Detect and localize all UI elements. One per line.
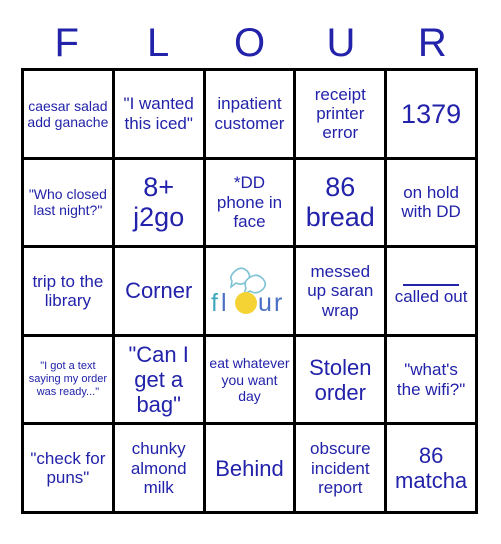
bingo-cell-text: Behind: [215, 455, 284, 481]
bingo-cell-r0-c3[interactable]: receipt printer error: [296, 71, 388, 160]
bingo-cell-text: Stolen order: [309, 354, 372, 405]
svg-text:u: u: [258, 289, 272, 317]
bingo-cell-text: caesar salad add ganache: [27, 97, 109, 130]
bingo-free-space-logo[interactable]: fl ur: [205, 248, 297, 337]
bingo-cell-r0-c0[interactable]: caesar salad add ganache: [24, 71, 115, 160]
bingo-cell-text: messed up saran wrap: [307, 261, 374, 320]
bingo-cell-text: "I got a text saying my order was ready.…: [28, 360, 108, 399]
bingo-cell-r2-c0[interactable]: trip to the library: [24, 248, 115, 337]
bingo-grid: caesar salad add ganache "I wanted this i…: [21, 68, 478, 514]
fill-in-blank-line: [403, 275, 460, 287]
bingo-cell-text: 8+ j2go: [133, 172, 185, 233]
bingo-header-letter-3: U: [326, 21, 356, 65]
bingo-header: FLOUR: [21, 18, 478, 68]
bingo-cell-text: 86 bread: [305, 172, 375, 233]
bingo-cell-r4-c3[interactable]: obscure incident report: [296, 425, 388, 514]
bingo-cell-r0-c1[interactable]: "I wanted this iced": [114, 71, 206, 160]
bingo-cell-r3-c4[interactable]: "what's the wifi?": [387, 336, 478, 426]
bingo-cell-r4-c1[interactable]: chunky almond milk: [114, 425, 206, 514]
bingo-cell-r4-c0[interactable]: "check for puns": [24, 425, 115, 514]
bingo-cell-r2-c1[interactable]: Corner: [114, 248, 206, 337]
bingo-cell-r3-c1[interactable]: "Can I get a bag": [114, 336, 206, 426]
bingo-cell-r1-c4[interactable]: on hold with DD: [387, 159, 478, 249]
bingo-cell-text: Corner: [125, 278, 193, 304]
bingo-cell-text: inpatient customer: [214, 94, 285, 133]
bingo-cell-label: called out: [394, 287, 468, 307]
bingo-cell-r3-c3[interactable]: Stolen order: [296, 336, 388, 426]
bingo-cell-r2-c3[interactable]: messed up saran wrap: [296, 248, 388, 337]
bingo-cell-text: 86 matcha: [395, 443, 468, 494]
bingo-cell-r0-c4[interactable]: 1379: [387, 71, 478, 160]
bingo-cell-text: on hold with DD: [401, 183, 461, 222]
bingo-cell-text: receipt printer error: [314, 84, 366, 143]
bingo-cell-text: 1379: [401, 98, 462, 129]
bingo-cell-r2-c4[interactable]: called out: [387, 248, 478, 337]
flour-logo-icon: fl ur: [206, 248, 294, 334]
bingo-cell-r1-c3[interactable]: 86 bread: [296, 159, 388, 249]
bingo-header-letter-0: F: [54, 21, 79, 65]
bingo-cell-text: trip to the library: [32, 271, 104, 310]
bingo-cell-r4-c2[interactable]: Behind: [205, 425, 297, 514]
bingo-cell-text: obscure incident report: [310, 439, 371, 497]
bingo-cell-text: "what's the wifi?": [396, 360, 466, 399]
svg-text:l: l: [221, 289, 227, 317]
svg-text:r: r: [274, 289, 282, 317]
bingo-header-letter-1: L: [146, 21, 170, 65]
bingo-cell-text: "check for puns": [30, 448, 106, 488]
bingo-cell-text: "I wanted this iced": [123, 94, 194, 133]
bingo-cell-text: called out: [390, 275, 472, 306]
bingo-cell-r4-c4[interactable]: 86 matcha: [387, 425, 478, 514]
bingo-cell-text: "Can I get a bag": [128, 341, 189, 418]
svg-text:f: f: [211, 289, 218, 317]
bingo-cell-text: *DD phone in face: [216, 173, 283, 232]
bingo-header-letter-2: O: [233, 21, 266, 65]
bingo-cell-r3-c0[interactable]: "I got a text saying my order was ready.…: [24, 336, 115, 426]
bingo-cell-r3-c2[interactable]: eat whatever you want day: [205, 336, 297, 426]
bingo-cell-r1-c1[interactable]: 8+ j2go: [114, 159, 206, 249]
bingo-cell-text: "Who closed last night?": [28, 186, 107, 219]
bingo-cell-r1-c0[interactable]: "Who closed last night?": [24, 159, 115, 249]
bingo-header-letter-4: R: [417, 21, 447, 65]
bingo-cell-r0-c2[interactable]: inpatient customer: [205, 71, 297, 160]
bingo-cell-text: eat whatever you want day: [209, 355, 290, 404]
bingo-cell-text: chunky almond milk: [130, 439, 187, 497]
bingo-cell-r1-c2[interactable]: *DD phone in face: [205, 159, 297, 249]
bingo-card: F L O U R caesar salad add ganache "I wanted …: [0, 0, 501, 544]
